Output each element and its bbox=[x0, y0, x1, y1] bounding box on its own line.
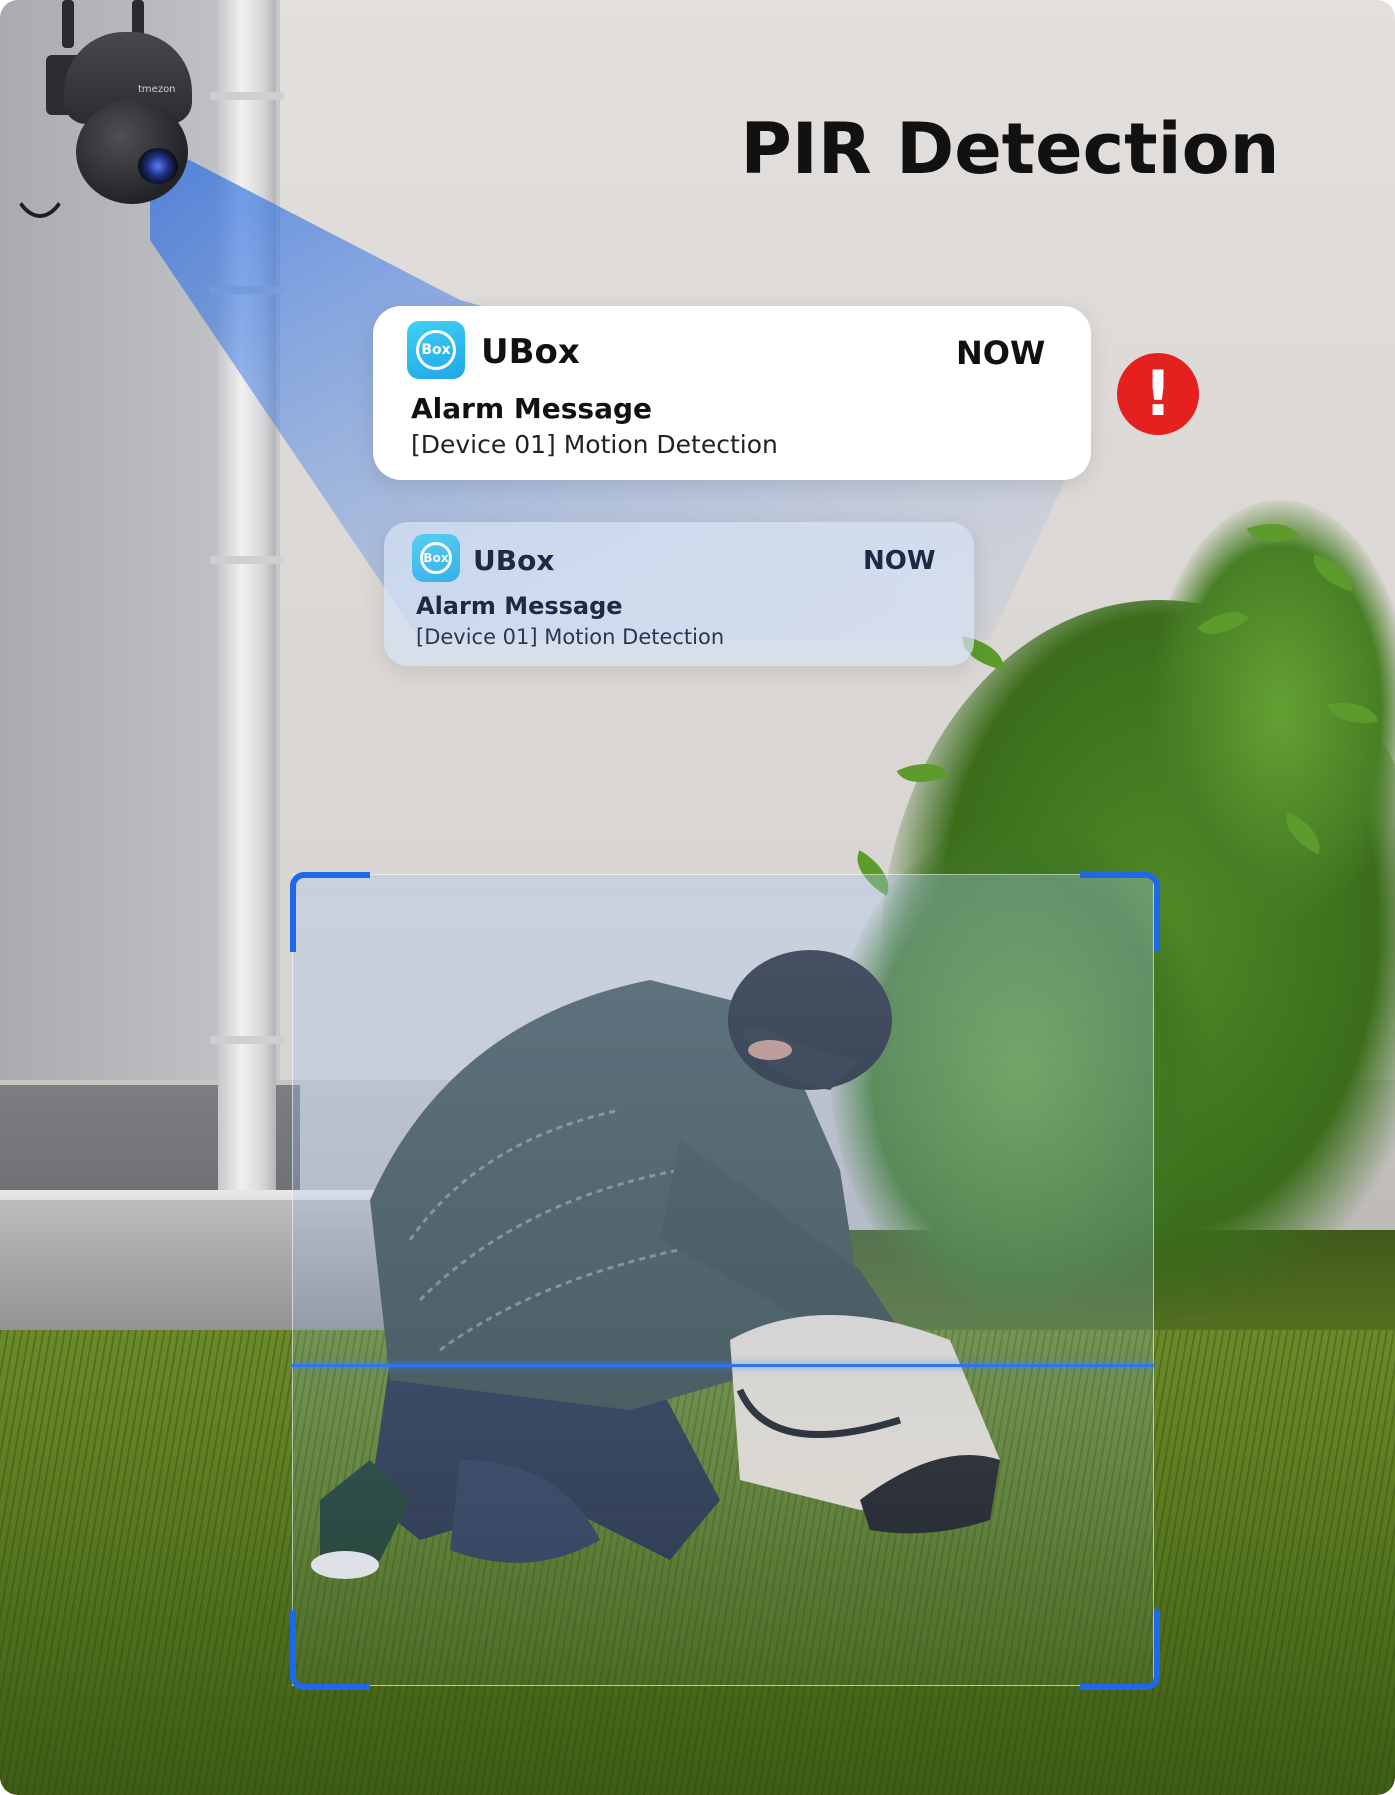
camera-lens bbox=[138, 148, 178, 184]
notification-time: NOW bbox=[863, 546, 936, 576]
frame-corner bbox=[290, 872, 370, 952]
scan-line bbox=[292, 1364, 1154, 1367]
pipe-clamp bbox=[210, 1036, 284, 1044]
notification-body: [Device 01] Motion Detection bbox=[416, 625, 725, 649]
camera-brand-label: tmezon bbox=[138, 84, 176, 95]
notification-body: [Device 01] Motion Detection bbox=[411, 430, 778, 459]
push-notification[interactable]: Box UBox NOW Alarm Message [Device 01] M… bbox=[384, 522, 974, 666]
camera-antenna bbox=[62, 0, 74, 48]
product-scene: tmezon PIR Detection Box UBox NOW Alarm … bbox=[0, 0, 1395, 1795]
frame-corner bbox=[290, 1610, 370, 1690]
notification-title: Alarm Message bbox=[411, 392, 653, 425]
notification-app-name: UBox bbox=[481, 332, 580, 372]
notification-app-name: UBox bbox=[473, 544, 555, 577]
exclamation-icon: ! bbox=[1117, 353, 1199, 435]
ubox-app-icon: Box bbox=[412, 534, 460, 582]
detection-frame bbox=[292, 874, 1154, 1686]
notification-title: Alarm Message bbox=[416, 592, 623, 620]
frame-corner bbox=[1080, 1610, 1160, 1690]
page-title: PIR Detection bbox=[740, 108, 1280, 190]
notification-time: NOW bbox=[956, 334, 1046, 372]
frame-corner bbox=[1080, 872, 1160, 952]
ubox-app-icon: Box bbox=[407, 321, 465, 379]
push-notification[interactable]: Box UBox NOW Alarm Message [Device 01] M… bbox=[373, 306, 1091, 480]
